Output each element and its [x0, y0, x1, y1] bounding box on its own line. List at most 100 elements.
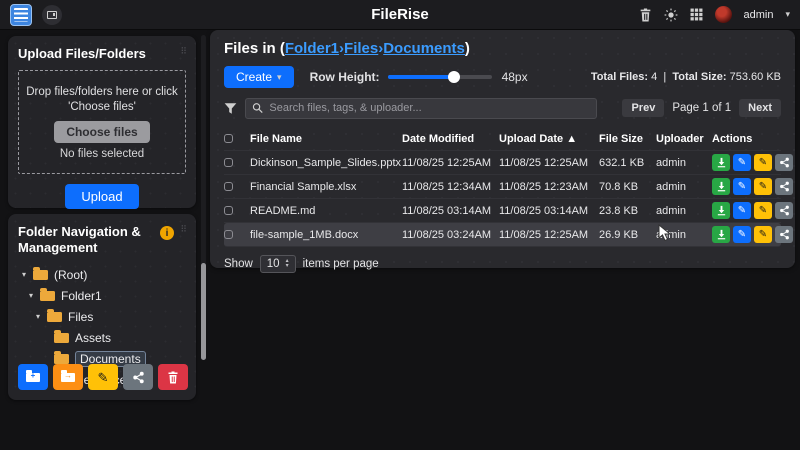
prev-page-button[interactable]: Prev [622, 99, 664, 117]
rename-folder-button[interactable]: ✎ [88, 364, 118, 390]
file-name-cell[interactable]: Financial Sample.xlsx [250, 181, 402, 193]
column-header-file-name[interactable]: File Name [250, 133, 402, 145]
share-folder-button[interactable] [123, 364, 153, 390]
table-row[interactable]: README.md 11/08/25 03:14AM 11/08/25 03:1… [224, 199, 781, 223]
create-button[interactable]: Create ▾ [224, 66, 294, 88]
share-button[interactable] [775, 226, 793, 243]
download-button[interactable] [712, 202, 730, 219]
table-row[interactable]: Dickinson_Sample_Slides.pptx 11/08/25 12… [224, 151, 781, 175]
download-button[interactable] [712, 178, 730, 195]
row-checkbox[interactable] [224, 182, 233, 191]
file-name-cell[interactable]: Dickinson_Sample_Slides.pptx [250, 157, 402, 169]
filerise-logo-icon[interactable] [10, 4, 32, 26]
file-size-cell: 26.9 KB [599, 229, 656, 241]
column-header-date-modified[interactable]: Date Modified [402, 133, 499, 145]
next-page-button[interactable]: Next [739, 99, 781, 117]
drag-handle-icon[interactable]: ⠿ [180, 46, 188, 57]
edit-button[interactable]: ✎ [733, 226, 751, 243]
column-header-file-size[interactable]: File Size [599, 133, 656, 145]
tree-caret-icon[interactable]: ▾ [36, 312, 47, 321]
table-row[interactable]: Financial Sample.xlsx 11/08/25 12:34AM 1… [224, 175, 781, 199]
folder-tree-item[interactable]: ▾ Folder1 [18, 288, 186, 304]
info-icon[interactable]: i [160, 226, 174, 240]
share-button[interactable] [775, 178, 793, 195]
file-name-cell[interactable]: README.md [250, 205, 402, 217]
edit-button[interactable]: ✎ [733, 202, 751, 219]
folder-tree-item[interactable]: ▾ (Root) [18, 267, 186, 283]
items-per-page-select[interactable]: 10 ▴▾ [260, 255, 296, 273]
move-folder-button[interactable]: → [53, 364, 83, 390]
drag-handle-icon[interactable]: ⠿ [180, 224, 188, 235]
theme-sun-icon[interactable] [664, 8, 678, 22]
row-checkbox[interactable] [224, 158, 233, 167]
share-icon [132, 371, 145, 384]
folder-icon [54, 333, 69, 343]
file-dropzone[interactable]: Drop files/folders here or click 'Choose… [18, 70, 186, 174]
row-actions: ✎ ✎ [712, 154, 793, 171]
folder-name-label: (Root) [54, 268, 87, 282]
share-button[interactable] [775, 154, 793, 171]
user-avatar[interactable] [715, 6, 732, 23]
search-box[interactable] [245, 98, 597, 119]
share-button[interactable] [775, 202, 793, 219]
create-folder-button[interactable]: + [18, 364, 48, 390]
rename-button[interactable]: ✎ [754, 154, 772, 171]
totals-summary: Total Files: 4 | Total Size: 753.60 KB [591, 71, 781, 83]
items-per-page-label: items per page [303, 258, 379, 270]
tree-caret-icon[interactable]: ▾ [22, 270, 33, 279]
edit-button[interactable]: ✎ [733, 154, 751, 171]
pencil-icon: ✎ [738, 230, 746, 240]
table-row[interactable]: file-sample_1MB.docx 11/08/25 03:24AM 11… [224, 223, 781, 247]
row-height-slider[interactable] [388, 75, 492, 79]
column-header-uploader[interactable]: Uploader [656, 133, 712, 145]
date-modified-cell: 11/08/25 03:14AM [402, 205, 499, 217]
share-icon [779, 181, 790, 192]
select-all-checkbox[interactable] [224, 134, 233, 143]
filter-button[interactable] [224, 102, 237, 115]
download-icon [716, 205, 727, 216]
delete-folder-button[interactable] [158, 364, 188, 390]
breadcrumb-link-documents[interactable]: Documents [383, 40, 465, 57]
breadcrumb-prefix: Files in ( [224, 40, 285, 57]
upload-button[interactable]: Upload [65, 184, 138, 209]
search-input[interactable] [269, 102, 590, 114]
row-checkbox[interactable] [224, 230, 233, 239]
pencil-icon: ✎ [759, 206, 767, 216]
panel-toggle-button[interactable] [42, 5, 62, 25]
main-scrollbar-track[interactable] [201, 35, 206, 360]
date-modified-cell: 11/08/25 03:24AM [402, 229, 499, 241]
upload-card-title: Upload Files/Folders [18, 46, 186, 62]
row-checkbox[interactable] [224, 206, 233, 215]
download-button[interactable] [712, 226, 730, 243]
logo-lines-icon [14, 8, 28, 22]
create-caret-icon: ▾ [277, 72, 282, 83]
main-scrollbar-thumb[interactable] [201, 263, 206, 360]
trash-icon[interactable] [639, 8, 652, 22]
rename-button[interactable]: ✎ [754, 202, 772, 219]
search-icon [252, 102, 263, 114]
pagination: Prev Page 1 of 1 Next [622, 99, 781, 117]
apps-grid-icon[interactable] [690, 8, 703, 21]
file-name-cell[interactable]: file-sample_1MB.docx [250, 229, 402, 241]
pencil-icon: ✎ [759, 158, 767, 168]
tree-caret-icon[interactable]: ▾ [29, 291, 40, 300]
breadcrumb-link-files[interactable]: Files [344, 40, 378, 57]
folder-tree-item[interactable]: ▾ Assets [18, 330, 186, 346]
folder-name-label: Files [68, 310, 93, 324]
folder-action-buttons: + → ✎ [18, 364, 188, 390]
rename-button[interactable]: ✎ [754, 226, 772, 243]
funnel-icon [224, 102, 237, 115]
download-icon [716, 229, 727, 240]
date-modified-cell: 11/08/25 12:34AM [402, 181, 499, 193]
folder-tree-item[interactable]: ▾ Files [18, 309, 186, 325]
column-header-upload-date[interactable]: Upload Date ▲ [499, 133, 599, 145]
choose-files-button[interactable]: Choose files [54, 121, 149, 143]
breadcrumb-link-folder1[interactable]: Folder1 [285, 40, 339, 57]
user-menu-caret-icon[interactable]: ▾ [785, 9, 790, 20]
upload-date-cell: 11/08/25 12:25AM [499, 229, 599, 241]
uploader-cell: admin [656, 157, 712, 169]
rename-button[interactable]: ✎ [754, 178, 772, 195]
edit-button[interactable]: ✎ [733, 178, 751, 195]
slider-thumb[interactable] [448, 71, 460, 83]
download-button[interactable] [712, 154, 730, 171]
